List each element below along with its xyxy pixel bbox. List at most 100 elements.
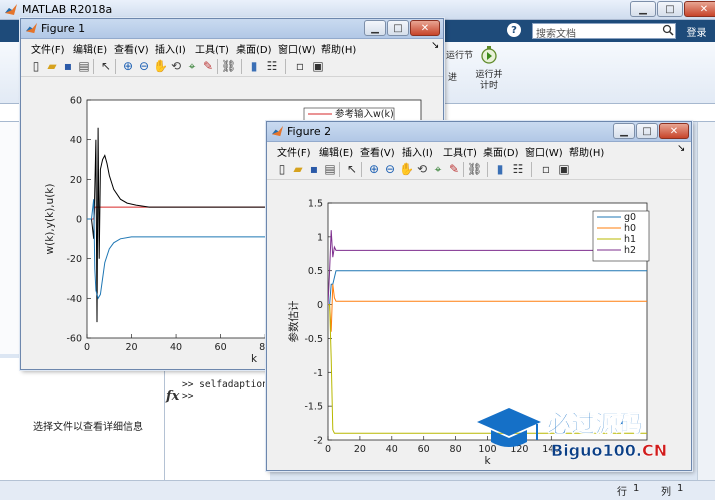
colorbar-icon[interactable]: ▮ bbox=[493, 162, 507, 176]
open-file-icon[interactable]: ▰ bbox=[291, 162, 305, 176]
menu-file[interactable]: 文件(F) bbox=[31, 41, 65, 56]
x-tick-label: 60 bbox=[418, 444, 430, 455]
minimize-button[interactable]: ▁ bbox=[630, 1, 656, 17]
figure2-toolbar: ▯ ▰ ▪ ▤ ↖ ⊕ ⊖ ✋ ⟲ ⌖ ✎ ⛓ ▮ ☷ ▫ ▣ bbox=[267, 159, 691, 180]
print-icon[interactable]: ▤ bbox=[77, 59, 91, 73]
open-file-icon[interactable]: ▰ bbox=[45, 59, 59, 73]
y-tick-label: 40 bbox=[70, 135, 82, 146]
show-plot-tools-icon[interactable]: ▣ bbox=[311, 59, 325, 73]
show-plot-tools-icon[interactable]: ▣ bbox=[557, 162, 571, 176]
menu-tools[interactable]: 工具(T) bbox=[443, 144, 477, 159]
dock-arrow-icon[interactable]: ↘ bbox=[431, 40, 439, 51]
close-button[interactable]: ✕ bbox=[684, 1, 715, 17]
brush-icon[interactable]: ✎ bbox=[447, 162, 461, 176]
figure2-minimize-button[interactable]: ▁ bbox=[613, 123, 635, 139]
matlab-window-controls: ▁ □ ✕ bbox=[630, 1, 715, 19]
zoom-in-icon[interactable]: ⊕ bbox=[121, 59, 135, 73]
x-tick-label: 20 bbox=[354, 444, 366, 455]
menu-view[interactable]: 查看(V) bbox=[360, 144, 395, 159]
menu-window[interactable]: 窗口(W) bbox=[278, 41, 316, 56]
brush-icon[interactable]: ✎ bbox=[201, 59, 215, 73]
search-icon[interactable] bbox=[662, 24, 674, 36]
y-tick-label: 0 bbox=[76, 215, 82, 226]
y-tick-label: -2 bbox=[314, 436, 323, 447]
menu-insert[interactable]: 插入(I) bbox=[155, 41, 186, 56]
colorbar-icon[interactable]: ▮ bbox=[247, 59, 261, 73]
legend-entry: 参考输入w(k) bbox=[335, 108, 394, 120]
new-figure-icon[interactable]: ▯ bbox=[275, 162, 289, 176]
doc-search-input[interactable]: 搜索文档 bbox=[532, 23, 676, 40]
edit-plot-icon[interactable]: ↖ bbox=[345, 162, 359, 176]
hide-plot-tools-icon[interactable]: ▫ bbox=[539, 162, 553, 176]
menu-desktop[interactable]: 桌面(D) bbox=[483, 144, 519, 159]
y-tick-label: 1 bbox=[317, 232, 323, 243]
matlab-window-title: MATLAB R2018a bbox=[22, 3, 113, 16]
menu-insert[interactable]: 插入(I) bbox=[402, 144, 433, 159]
menu-file[interactable]: 文件(F) bbox=[277, 144, 311, 159]
zoom-out-icon[interactable]: ⊖ bbox=[137, 59, 151, 73]
y-tick-label: -60 bbox=[66, 334, 82, 345]
toolbar-separator bbox=[463, 162, 464, 177]
figure1-title: Figure 1 bbox=[41, 22, 86, 35]
menu-help[interactable]: 帮助(H) bbox=[569, 144, 604, 159]
y-tick-label: 1.5 bbox=[308, 199, 323, 210]
figure1-close-button[interactable]: ✕ bbox=[410, 20, 440, 36]
function-browser-icon[interactable]: fx bbox=[166, 389, 179, 404]
data-cursor-icon[interactable]: ⌖ bbox=[431, 162, 445, 176]
run-section-label[interactable]: 运行节 bbox=[446, 48, 473, 61]
y-tick-label: -1.5 bbox=[304, 402, 323, 413]
toolbar-separator bbox=[339, 162, 340, 177]
zoom-out-icon[interactable]: ⊖ bbox=[383, 162, 397, 176]
figure2-close-button[interactable]: ✕ bbox=[659, 123, 689, 139]
y-tick-label: -20 bbox=[66, 254, 82, 265]
legend-icon[interactable]: ☷ bbox=[265, 59, 279, 73]
figure2-title-bar[interactable]: Figure 2 ▁ □ ✕ bbox=[267, 122, 691, 142]
search-placeholder: 搜索文档 bbox=[536, 29, 576, 40]
menu-view[interactable]: 查看(V) bbox=[114, 41, 149, 56]
menu-desktop[interactable]: 桌面(D) bbox=[236, 41, 272, 56]
run-and-time-icon[interactable] bbox=[480, 45, 498, 65]
save-icon[interactable]: ▪ bbox=[61, 59, 75, 73]
edit-plot-icon[interactable]: ↖ bbox=[99, 59, 113, 73]
maximize-button[interactable]: □ bbox=[657, 1, 683, 17]
link-plot-icon[interactable]: ⛓ bbox=[467, 162, 482, 176]
command-prompt[interactable]: >> bbox=[182, 391, 193, 402]
pan-icon[interactable]: ✋ bbox=[153, 59, 168, 73]
figure1-title-bar[interactable]: Figure 1 ▁ □ ✕ bbox=[21, 19, 443, 39]
toolbar-separator bbox=[241, 59, 242, 74]
figure2-maximize-button[interactable]: □ bbox=[636, 123, 658, 139]
advance-label[interactable]: 进 bbox=[448, 70, 457, 83]
status-row-value: 1 bbox=[633, 483, 640, 494]
zoom-in-icon[interactable]: ⊕ bbox=[367, 162, 381, 176]
x-tick-label: 40 bbox=[170, 342, 182, 353]
rotate-3d-icon[interactable]: ⟲ bbox=[169, 59, 183, 73]
data-cursor-icon[interactable]: ⌖ bbox=[185, 59, 199, 73]
menu-help[interactable]: 帮助(H) bbox=[321, 41, 356, 56]
pan-icon[interactable]: ✋ bbox=[399, 162, 414, 176]
help-icon[interactable]: ? bbox=[507, 23, 521, 37]
figure1-minimize-button[interactable]: ▁ bbox=[364, 20, 386, 36]
biguo100-watermark-logo: 必过源码 Biguo100.CN bbox=[477, 408, 667, 460]
dock-arrow-icon[interactable]: ↘ bbox=[677, 143, 685, 154]
run-and-time-label[interactable]: 运行并 计时 bbox=[472, 70, 506, 92]
y-tick-label: 20 bbox=[70, 175, 82, 186]
login-button[interactable]: 登录 bbox=[680, 22, 713, 40]
menu-window[interactable]: 窗口(W) bbox=[525, 144, 563, 159]
legend-icon[interactable]: ☷ bbox=[511, 162, 525, 176]
current-folder-panel[interactable] bbox=[0, 122, 22, 354]
hide-plot-tools-icon[interactable]: ▫ bbox=[293, 59, 307, 73]
menu-tools[interactable]: 工具(T) bbox=[195, 41, 229, 56]
figure1-maximize-button[interactable]: □ bbox=[387, 20, 409, 36]
new-figure-icon[interactable]: ▯ bbox=[29, 59, 43, 73]
rotate-3d-icon[interactable]: ⟲ bbox=[415, 162, 429, 176]
toolbar-separator bbox=[487, 162, 488, 177]
link-plot-icon[interactable]: ⛓ bbox=[221, 59, 236, 73]
status-col-value: 1 bbox=[677, 483, 684, 494]
menu-edit[interactable]: 编辑(E) bbox=[319, 144, 353, 159]
details-placeholder-text: 选择文件以查看详细信息 bbox=[33, 422, 143, 433]
status-bar bbox=[0, 480, 715, 500]
menu-edit[interactable]: 编辑(E) bbox=[73, 41, 107, 56]
print-icon[interactable]: ▤ bbox=[323, 162, 337, 176]
save-icon[interactable]: ▪ bbox=[307, 162, 321, 176]
x-tick-label: 0 bbox=[325, 444, 331, 455]
